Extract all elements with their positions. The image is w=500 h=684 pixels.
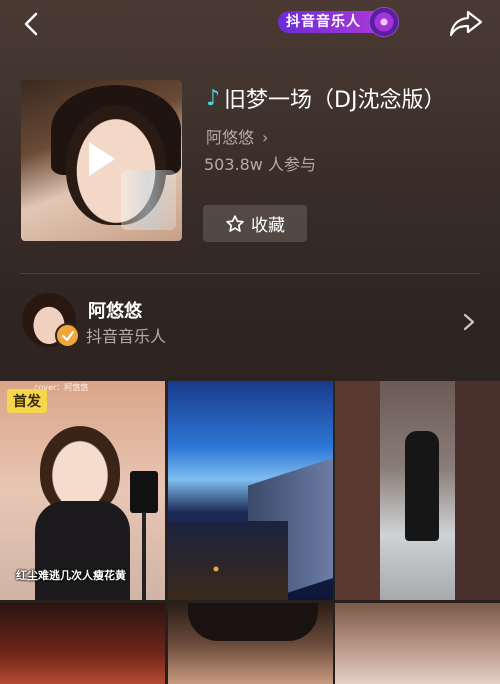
- video-thumbnail[interactable]: [335, 603, 500, 684]
- vinyl-disc-icon: [369, 7, 399, 37]
- check-icon: [61, 330, 74, 341]
- video-thumbnail[interactable]: [168, 603, 333, 684]
- favorite-label: 收藏: [251, 216, 285, 236]
- participant-count: 503.8w 人参与: [204, 155, 316, 174]
- star-icon: [226, 214, 244, 232]
- video-thumbnail[interactable]: cover：阿悠悠 首发 红尘难逃几次人瘦花黄: [0, 381, 165, 600]
- music-creator-badge[interactable]: 抖音音乐人: [278, 7, 399, 37]
- song-author: 阿悠悠: [206, 128, 255, 147]
- chevron-right-icon[interactable]: [462, 312, 476, 332]
- favorite-button[interactable]: 收藏: [203, 205, 307, 242]
- song-author-link[interactable]: 阿悠悠 ›: [206, 124, 268, 148]
- song-title-row: ♪ 旧梦一场（DJ沈念版）: [206, 82, 445, 114]
- video-thumbnail[interactable]: [168, 381, 333, 600]
- video-thumbnail[interactable]: [0, 603, 165, 684]
- video-caption: 红尘难逃几次人瘦花黄: [16, 569, 126, 582]
- phone-stand: [130, 471, 160, 600]
- creator-role: 抖音音乐人: [86, 327, 167, 346]
- divider: [20, 273, 480, 274]
- chevron-right-icon: ›: [262, 128, 269, 147]
- song-title: 旧梦一场（DJ沈念版）: [224, 88, 446, 113]
- back-icon[interactable]: [18, 10, 46, 38]
- creator-name[interactable]: 阿悠悠: [88, 297, 142, 323]
- first-release-tag: 首发: [7, 389, 47, 413]
- video-grid: cover：阿悠悠 首发 红尘难逃几次人瘦花黄: [0, 381, 500, 684]
- top-bar: 抖音音乐人: [0, 0, 500, 46]
- play-icon[interactable]: [89, 142, 115, 176]
- video-thumbnail[interactable]: [335, 381, 500, 600]
- verified-badge: [55, 323, 80, 348]
- song-cover[interactable]: [21, 80, 182, 241]
- music-note-icon: ♪: [206, 85, 221, 111]
- share-icon[interactable]: [448, 8, 484, 38]
